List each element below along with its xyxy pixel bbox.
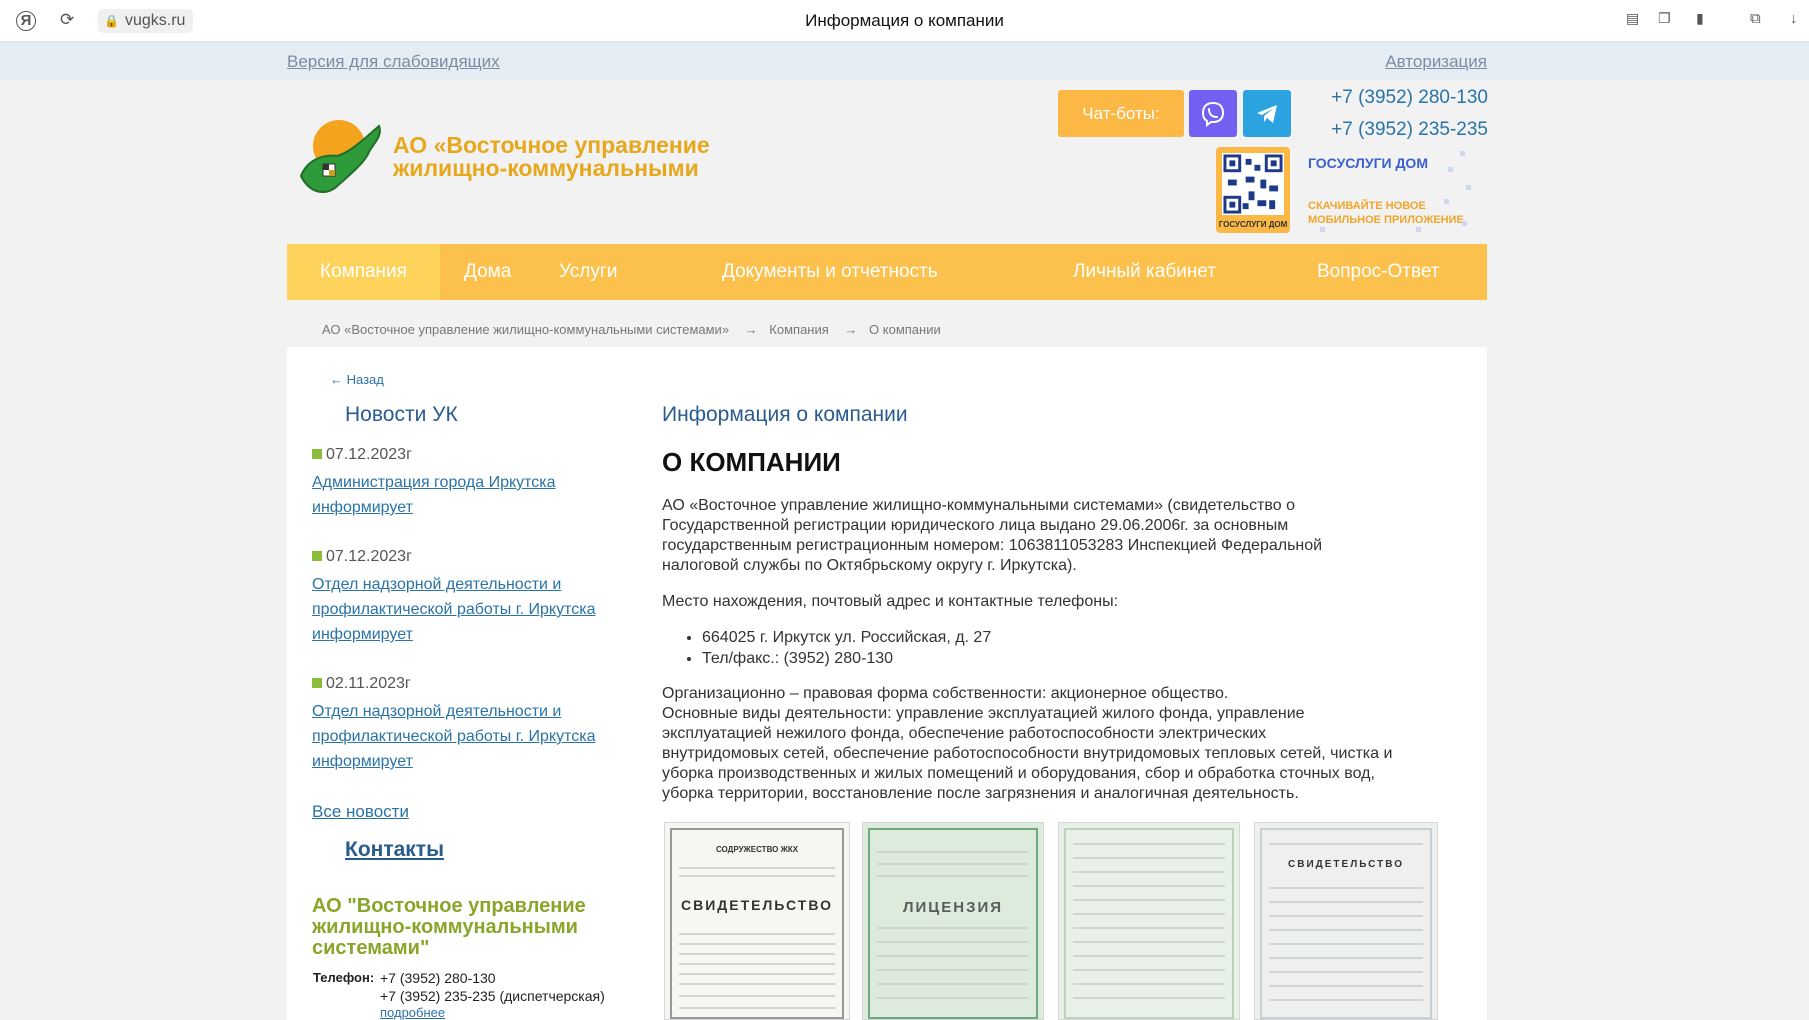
certificate-image[interactable]	[1058, 822, 1240, 1020]
certificate-image[interactable]: ЛИЦЕНЗИЯ	[862, 822, 1044, 1020]
news-date: 02.11.2023г	[312, 675, 411, 693]
company-logo-text[interactable]: АО «Восточное управление жилищно-коммуна…	[393, 134, 710, 180]
phone-fax-item: Тел/факс.: (3952) 280-130	[702, 648, 991, 669]
browser-toolbar: Я ⟳ 🔒 vugks.ru Информация о компании ▤ ❐…	[0, 0, 1809, 42]
gosuslugi-promo-line-2: МОБИЛЬНОЕ ПРИЛОЖЕНИЕ	[1308, 214, 1464, 226]
telegram-button[interactable]	[1243, 90, 1291, 137]
certificate-image[interactable]: СВИДЕТЕЛЬСТВО	[1254, 822, 1438, 1020]
gosuslugi-dom-banner[interactable]: ГОСУСЛУГИ ДОМ ГОСУСЛУГИ ДОМ СКАЧИВАЙТЕ Н…	[1216, 147, 1476, 235]
activities-paragraph: Организационно – правовая форма собствен…	[662, 685, 1393, 802]
news-item-link[interactable]: Администрация города Иркутска информируе…	[312, 470, 622, 520]
decor-dot	[1320, 227, 1325, 232]
company-logo-icon[interactable]	[293, 116, 388, 202]
tabs-icon[interactable]: ❐	[1658, 10, 1671, 27]
bookmark-icon[interactable]: ▮	[1696, 10, 1704, 27]
header-phone-1[interactable]: +7 (3952) 280-130	[1290, 82, 1488, 114]
breadcrumb-company[interactable]: Компания	[769, 322, 829, 337]
all-news-link[interactable]: Все новости	[312, 802, 409, 822]
location-intro: Место нахождения, почтовый адрес и конта…	[662, 593, 1119, 610]
nav-item-company[interactable]: Компания	[287, 244, 440, 300]
contacts-list: 664025 г. Иркутск ул. Российская, д. 27 …	[702, 627, 991, 669]
certificate-image[interactable]: СОДРУЖЕСТВО ЖКХ СВИДЕТЕЛЬСТВО	[664, 822, 850, 1020]
nav-item-houses[interactable]: Дома	[464, 244, 511, 300]
breadcrumb-separator: →	[744, 322, 758, 337]
browser-page-title: Информация о компании	[805, 11, 1004, 30]
calendar-icon	[312, 449, 322, 459]
logo-line-2: жилищно-коммунальными	[393, 155, 699, 181]
more-link[interactable]: подробнее	[380, 1005, 445, 1020]
qr-code: ГОСУСЛУГИ ДОМ	[1216, 147, 1290, 233]
breadcrumb-current: О компании	[869, 322, 941, 337]
section-title: Информация о компании	[662, 403, 908, 426]
gosuslugi-title: ГОСУСЛУГИ ДОМ	[1308, 155, 1428, 171]
page-heading: О КОМПАНИИ	[662, 447, 841, 477]
decor-dot	[1416, 227, 1421, 232]
accessibility-version-link[interactable]: Версия для слабовидящих	[287, 52, 500, 72]
reader-mode-icon[interactable]: ▤	[1626, 10, 1639, 27]
nav-item-documents[interactable]: Документы и отчетность	[722, 244, 938, 300]
telegram-icon	[1257, 104, 1277, 123]
nav-item-personal-account[interactable]: Личный кабинет	[1073, 244, 1216, 300]
company-registration-paragraph: АО «Восточное управление жилищно-коммуна…	[662, 497, 1323, 574]
viber-icon	[1201, 101, 1225, 127]
news-item-link[interactable]: Отдел надзорной деятельности и профилакт…	[312, 572, 622, 647]
news-item-link[interactable]: Отдел надзорной деятельности и профилакт…	[312, 699, 622, 774]
top-strip: Версия для слабовидящих Авторизация	[0, 42, 1809, 80]
breadcrumb-home[interactable]: АО «Восточное управление жилищно-коммуна…	[322, 322, 729, 337]
calendar-icon	[312, 551, 322, 561]
nav-item-services[interactable]: Услуги	[559, 244, 617, 300]
calendar-icon	[312, 678, 322, 688]
main-nav: Компания Дома Услуги Документы и отчетно…	[287, 244, 1487, 300]
decor-dot	[1462, 221, 1467, 226]
breadcrumb: АО «Восточное управление жилищно-коммуна…	[322, 322, 945, 337]
sidebar-phone-1[interactable]: +7 (3952) 280-130	[380, 970, 496, 986]
back-link[interactable]: ← Назад	[330, 372, 384, 387]
phone-label: Телефон:	[313, 970, 375, 985]
extensions-icon[interactable]: ⧉	[1750, 10, 1761, 27]
gosuslugi-promo-line-1: СКАЧИВАЙТЕ НОВОЕ	[1308, 200, 1426, 212]
breadcrumb-separator: →	[844, 322, 858, 337]
chatbots-label: Чат-боты:	[1058, 90, 1184, 137]
header-phones: +7 (3952) 280-130 +7 (3952) 235-235	[1290, 82, 1488, 146]
decor-dot	[1466, 185, 1471, 190]
viber-button[interactable]	[1189, 90, 1237, 137]
logo-line-1: АО «Восточное управление	[393, 132, 710, 158]
org-name: АО "Восточное управление жилищно-коммуна…	[312, 895, 586, 959]
certificates-gallery: СОДРУЖЕСТВО ЖКХ СВИДЕТЕЛЬСТВО ЛИЦЕНЗИЯ С…	[662, 822, 1442, 1020]
news-date: 07.12.2023г	[312, 446, 412, 464]
contacts-title[interactable]: Контакты	[345, 838, 444, 862]
nav-item-faq[interactable]: Вопрос-Ответ	[1317, 244, 1440, 300]
decor-dot	[1460, 151, 1465, 156]
sidebar-phone-2[interactable]: +7 (3952) 235-235 (диспетчерская)	[380, 988, 605, 1004]
decor-dot	[1448, 167, 1453, 172]
gosuslugi-promo: СКАЧИВАЙТЕ НОВОЕ МОБИЛЬНОЕ ПРИЛОЖЕНИЕ	[1308, 199, 1464, 227]
qr-caption: ГОСУСЛУГИ ДОМ	[1218, 220, 1288, 229]
news-title: Новости УК	[345, 403, 458, 426]
header-phone-2[interactable]: +7 (3952) 235-235	[1290, 114, 1488, 146]
login-link[interactable]: Авторизация	[1385, 52, 1487, 72]
decor-dot	[1444, 199, 1449, 204]
address-item: 664025 г. Иркутск ул. Российская, д. 27	[702, 627, 991, 648]
news-date: 07.12.2023г	[312, 548, 412, 566]
qr-code-icon	[1222, 153, 1284, 215]
download-icon[interactable]: ↓	[1790, 10, 1798, 27]
